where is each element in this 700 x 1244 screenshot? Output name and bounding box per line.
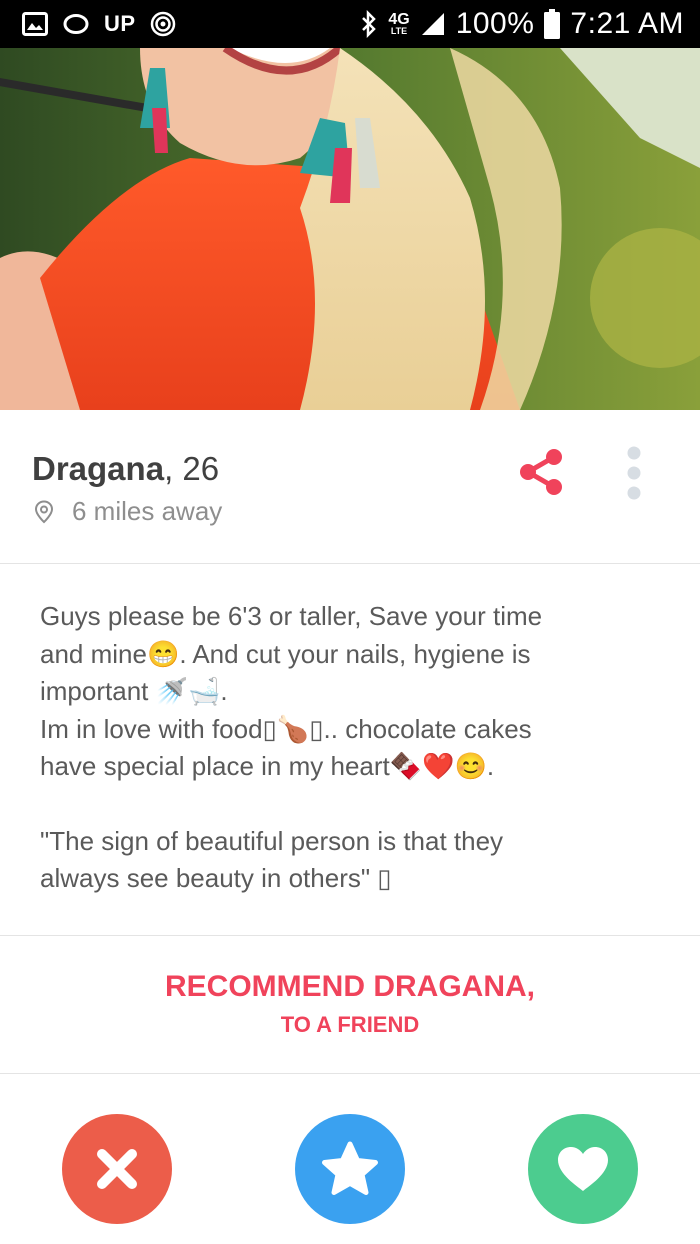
more-vertical-icon[interactable] <box>620 444 648 502</box>
share-icon[interactable] <box>514 444 570 500</box>
battery-level: 100% <box>455 7 535 40</box>
super-like-button[interactable] <box>295 1114 405 1224</box>
bio-spacer <box>40 786 660 823</box>
profile-name: Dragana <box>32 450 165 487</box>
profile-header: Dragana, 26 6 miles away <box>0 410 700 564</box>
star-icon <box>322 1141 378 1195</box>
recommend-to-friend-button[interactable]: RECOMMEND DRAGANA, TO A FRIEND <box>0 936 700 1074</box>
clock: 7:21 AM <box>570 7 684 40</box>
nope-button[interactable] <box>62 1114 172 1224</box>
name-age: Dragana, 26 <box>32 450 219 488</box>
bio-quote-line: always see beauty in others" ▯ <box>40 863 392 893</box>
name-separator: , <box>164 450 183 487</box>
status-bar: UP 4G LTE 100% 7:21 AM <box>0 0 700 48</box>
like-button[interactable] <box>528 1114 638 1224</box>
bio-line: have special place in my heart🍫❤️😊. <box>40 751 495 781</box>
battery-icon <box>544 9 561 39</box>
target-icon <box>150 11 175 37</box>
network-subtype: LTE <box>390 25 408 36</box>
bluetooth-icon <box>362 10 377 38</box>
circle-icon <box>63 14 89 34</box>
bio-line: important 🚿🛁. <box>40 676 228 706</box>
location: 6 miles away <box>34 496 222 527</box>
gallery-icon <box>22 12 48 36</box>
bio-text: Guys please be 6'3 or taller, Save your … <box>40 598 660 898</box>
profile-photo[interactable] <box>0 48 700 410</box>
action-bar <box>0 1074 700 1244</box>
recommend-line-1: RECOMMEND DRAGANA, <box>165 970 535 1003</box>
pin-icon <box>34 499 54 523</box>
bio-line: Im in love with food▯🍗▯.. chocolate cake… <box>40 713 532 744</box>
network-type: 4G <box>388 10 410 28</box>
bio-line: and mine😁. And cut your nails, hygiene i… <box>40 638 531 669</box>
up-logo: UP <box>104 11 136 36</box>
bio-line: Guys please be 6'3 or taller, Save your … <box>40 601 543 631</box>
recommend-line-2: TO A FRIEND <box>280 1012 420 1037</box>
bio-section: Guys please be 6'3 or taller, Save your … <box>0 564 700 936</box>
close-icon <box>97 1149 137 1189</box>
signal-icon <box>421 13 444 35</box>
profile-age: 26 <box>182 450 220 487</box>
distance-text: 6 miles away <box>72 496 223 526</box>
bio-quote-line: "The sign of beautiful person is that th… <box>40 825 504 856</box>
heart-icon <box>558 1147 608 1191</box>
